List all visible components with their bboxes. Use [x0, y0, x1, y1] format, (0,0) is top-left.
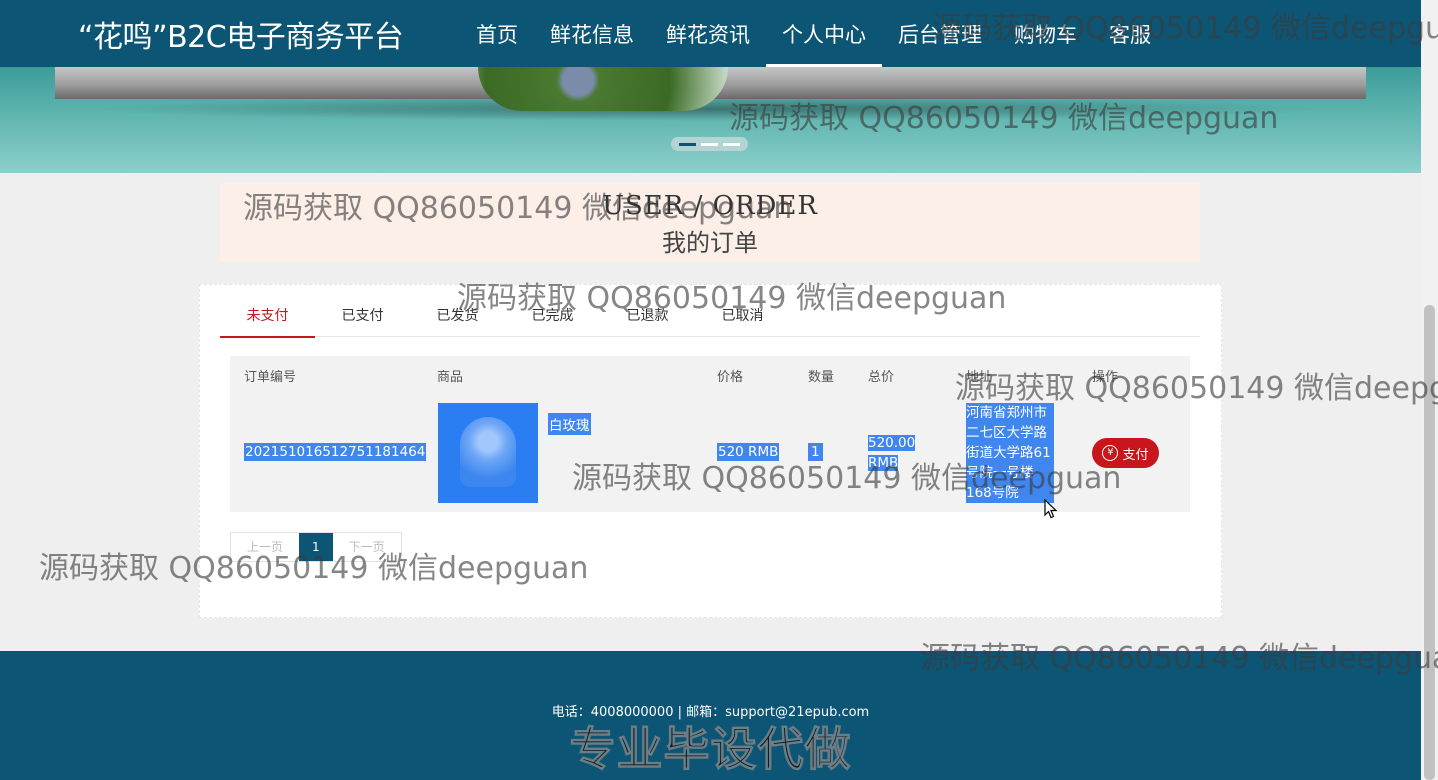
- page-footer: 电话：4008000000 | 邮箱：support@21epub.com 专业…: [0, 651, 1421, 780]
- tab-shipped[interactable]: 已发货: [410, 299, 505, 337]
- order-number: 202151016512751181464: [244, 443, 427, 461]
- carousel-dot-3[interactable]: [723, 142, 740, 146]
- tab-cancelled[interactable]: 已取消: [695, 299, 790, 337]
- main-nav: 首页 鲜花信息 鲜花资讯 个人中心 后台管理 购物车 客服: [460, 0, 1167, 67]
- order-total-amount: 520.00: [868, 435, 916, 451]
- pay-button-label: 支付: [1122, 447, 1149, 463]
- column-header-price: 价格: [717, 370, 744, 385]
- column-header-action: 操作: [1092, 370, 1119, 385]
- orders-table: 订单编号 商品 价格 数量 总价 地址 操作 20215101651275118…: [230, 356, 1190, 512]
- nav-item-admin[interactable]: 后台管理: [882, 0, 998, 67]
- bouquet-image: [460, 417, 516, 487]
- shipping-address: 河南省郑州市二七区大学路街道大学路61号院一号楼168号院: [966, 403, 1054, 503]
- tab-unpaid[interactable]: 未支付: [220, 299, 315, 338]
- product-name[interactable]: 白玫瑰: [548, 413, 591, 435]
- prev-page-button[interactable]: 上一页: [231, 533, 299, 561]
- column-header-product: 商品: [437, 370, 464, 385]
- nav-item-home[interactable]: 首页: [460, 0, 534, 67]
- product-price: 520 RMB: [717, 443, 780, 461]
- tab-completed[interactable]: 已完成: [505, 299, 600, 337]
- banner-carousel: [0, 67, 1421, 173]
- tab-paid[interactable]: 已支付: [315, 299, 410, 337]
- vertical-scrollbar[interactable]: [1421, 0, 1438, 780]
- page-title-en: USER / ORDER: [602, 191, 818, 221]
- carousel-dot-1[interactable]: [679, 142, 696, 146]
- page-title-cn: 我的订单: [662, 229, 758, 257]
- nav-item-flower-news[interactable]: 鲜花资讯: [650, 0, 766, 67]
- banner-bouquet-image: [478, 67, 728, 111]
- page-number-current[interactable]: 1: [299, 533, 333, 561]
- nav-item-cart[interactable]: 购物车: [998, 0, 1093, 67]
- pagination: 上一页 1 下一页: [230, 532, 402, 562]
- section-title-box: USER / ORDER 我的订单: [220, 183, 1200, 262]
- scrollbar-thumb[interactable]: [1424, 305, 1435, 780]
- product-thumbnail[interactable]: [438, 403, 538, 503]
- order-total-currency: RMB: [868, 455, 899, 471]
- site-title[interactable]: “花鸣”B2C电子商务平台: [78, 12, 404, 56]
- nav-item-flower-info[interactable]: 鲜花信息: [534, 0, 650, 67]
- footer-slogan: 专业毕设代做: [569, 722, 852, 777]
- column-header-total: 总价: [868, 370, 895, 385]
- nav-item-service[interactable]: 客服: [1093, 0, 1167, 67]
- column-header-address: 地址: [966, 370, 993, 385]
- column-header-order-no: 订单编号: [244, 370, 297, 385]
- column-header-quantity: 数量: [808, 370, 835, 385]
- carousel-indicators: [671, 137, 748, 151]
- order-total: 520.00 RMB: [868, 433, 916, 473]
- orders-panel: 未支付 已支付 已发货 已完成 已退款 已取消 订单编号 商品 价格 数量 总价…: [199, 284, 1222, 618]
- yen-circle-icon: ¥: [1102, 445, 1119, 461]
- carousel-dot-2[interactable]: [701, 142, 718, 146]
- tab-refunded[interactable]: 已退款: [600, 299, 695, 337]
- product-quantity: 1: [808, 443, 823, 461]
- order-status-tabs: 未支付 已支付 已发货 已完成 已退款 已取消: [220, 299, 1200, 338]
- nav-item-personal-center[interactable]: 个人中心: [766, 0, 882, 67]
- next-page-button[interactable]: 下一页: [333, 533, 401, 561]
- top-header: “花鸣”B2C电子商务平台 首页 鲜花信息 鲜花资讯 个人中心 后台管理 购物车…: [0, 0, 1421, 67]
- pay-button[interactable]: ¥ 支付: [1092, 438, 1159, 468]
- mouse-pointer-icon: [1044, 499, 1058, 519]
